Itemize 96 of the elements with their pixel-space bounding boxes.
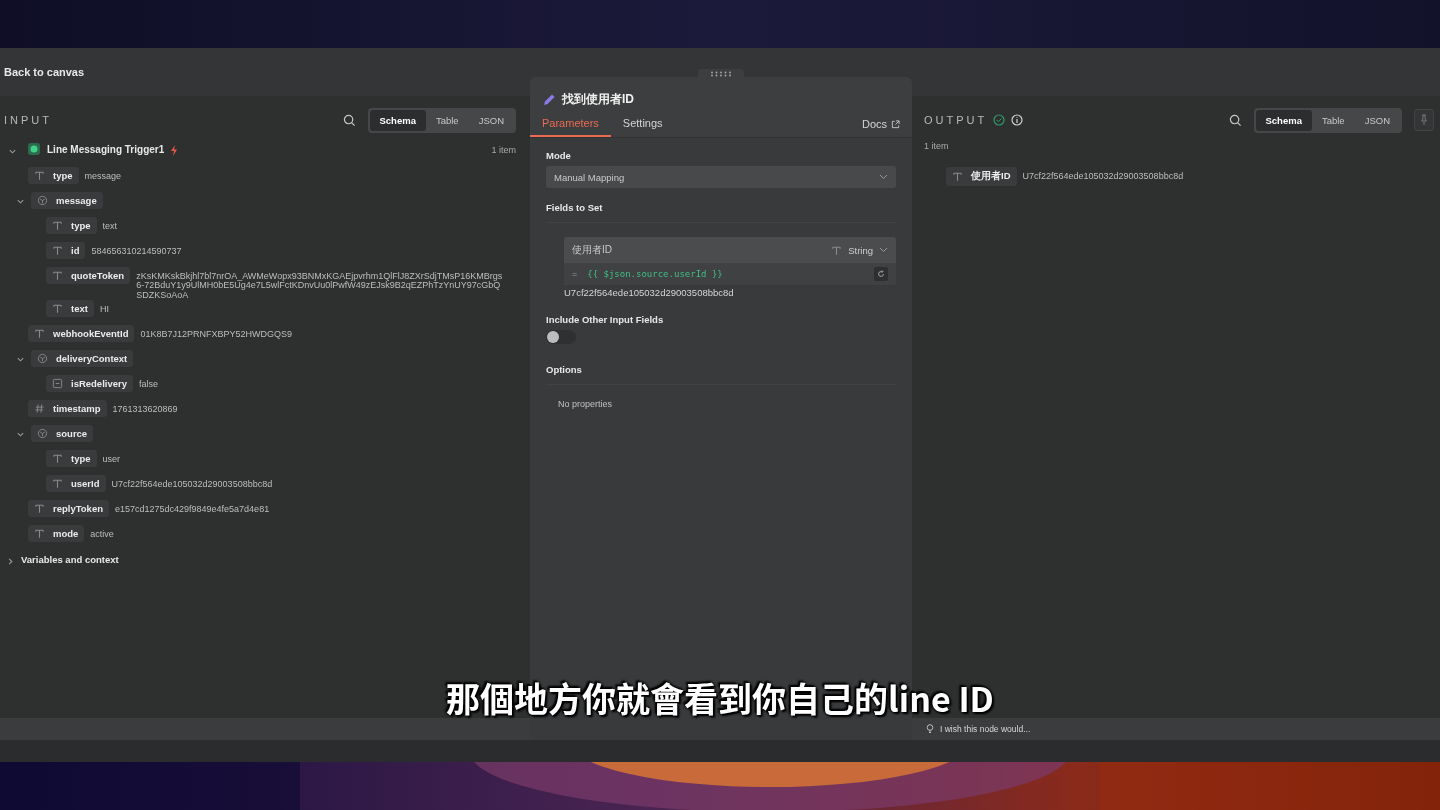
- panel-title: OUTPUT: [924, 114, 988, 126]
- refresh-icon: [877, 270, 885, 278]
- field-key[interactable]: text: [46, 300, 94, 318]
- subtitle: 那個地方你就會看到你自己的line ID: [446, 673, 994, 722]
- text-type-icon: [952, 171, 963, 182]
- field-key[interactable]: message: [31, 192, 103, 209]
- field-label: Include Other Input Fields: [546, 314, 665, 325]
- lightning-icon: [170, 145, 179, 156]
- field-key[interactable]: userId: [46, 475, 106, 493]
- text-type-icon: [34, 328, 45, 340]
- field-key[interactable]: isRedelivery: [46, 375, 133, 393]
- text-type-icon: [831, 244, 843, 256]
- field-value: message: [84, 172, 122, 182]
- expression-result: U7cf22f564ede105032d29003508bbc8d: [564, 287, 735, 298]
- view-tab[interactable]: JSON: [1354, 109, 1400, 131]
- node-title: 找到使用者ID: [562, 91, 634, 108]
- checkbox-type-icon: [52, 378, 63, 390]
- text-type-icon: [52, 220, 63, 231]
- chevron-icon[interactable]: [16, 355, 25, 365]
- chevron-icon[interactable]: [6, 557, 15, 567]
- field-value: U7cf22f564ede105032d29003508bbc8d: [1022, 172, 1184, 182]
- item-count: 1 item: [924, 141, 949, 151]
- chevron-icon[interactable]: [16, 197, 25, 206]
- pin-icon[interactable]: [1414, 109, 1434, 131]
- toggle-switch[interactable]: [546, 330, 576, 344]
- empty-message: No properties: [558, 399, 614, 409]
- text-type-icon: [52, 453, 63, 465]
- field-key[interactable]: type: [46, 450, 97, 468]
- equals-sign: =: [572, 269, 578, 279]
- reset-button[interactable]: [874, 267, 888, 281]
- field-value: 1761313620869: [112, 405, 178, 415]
- drag-handle-icon[interactable]: [710, 71, 732, 77]
- text-type-icon: [34, 170, 45, 181]
- field-value: text: [102, 222, 118, 232]
- type-select[interactable]: String: [831, 244, 888, 256]
- field-key[interactable]: source: [31, 425, 94, 443]
- field-key[interactable]: type: [46, 217, 97, 234]
- field-key[interactable]: mode: [28, 525, 85, 543]
- text-type-icon: [34, 528, 45, 540]
- field-value: U7cf22f564ede105032d29003508bbc8d: [111, 480, 273, 490]
- external-link-icon: [891, 119, 900, 129]
- field-value: HI: [99, 305, 109, 315]
- field-value: user: [102, 455, 121, 465]
- field-key[interactable]: webhookEventId: [28, 325, 135, 343]
- search-icon[interactable]: [1228, 113, 1242, 127]
- section-label[interactable]: Variables and context: [21, 554, 119, 566]
- lightbulb-icon: [926, 724, 934, 734]
- cube-icon: [37, 428, 48, 440]
- expression-input[interactable]: {{ $json.source.userId }}: [587, 269, 723, 279]
- view-tab[interactable]: JSON: [468, 109, 514, 131]
- field-value: active: [90, 530, 114, 540]
- field-value: 01K8B7J12PRNFXBPY52HWDGQS9: [140, 330, 293, 340]
- field-key[interactable]: replyToken: [28, 500, 109, 518]
- chevron-icon[interactable]: [8, 147, 17, 156]
- field-value: zKsKMKskBkjhl7bl7nrOA_AWMeWopx93BNMxKGAEjpvrhm1QlFlJ8ZXrSdjTMsP16KMBrgs6-72BduY1y9UlMH0bE5Ug4e7L5wlFctKDnvUu0lPwfW49zEJsk9B2qEZPhTzYnUY97cGbQSDZKSoAoA: [136, 272, 504, 301]
- info-icon[interactable]: [1011, 114, 1024, 126]
- chevron-icon[interactable]: [16, 430, 25, 440]
- field-value: 584656310214590737: [91, 247, 182, 257]
- mode-select[interactable]: Manual Mapping: [546, 166, 896, 188]
- field-key[interactable]: quoteToken: [46, 267, 131, 284]
- text-type-icon: [52, 270, 63, 281]
- search-icon[interactable]: [342, 113, 356, 127]
- field-key[interactable]: timestamp: [28, 400, 107, 418]
- view-tab[interactable]: Table: [425, 109, 469, 131]
- field-label: Options: [546, 364, 583, 375]
- caret-icon: [879, 247, 888, 253]
- hash-icon: [34, 403, 45, 415]
- docs-link[interactable]: Docs: [861, 118, 900, 137]
- view-tab[interactable]: Schema: [1255, 109, 1312, 131]
- panel-title: INPUT: [4, 114, 52, 126]
- field-label: Fields to Set: [546, 202, 604, 213]
- view-tab[interactable]: Table: [1311, 109, 1355, 131]
- node-icon: [27, 142, 41, 156]
- view-tab[interactable]: Schema: [369, 109, 426, 131]
- text-type-icon: [34, 503, 45, 515]
- back-link[interactable]: Back to canvas: [4, 66, 85, 78]
- caret-icon: [879, 174, 888, 180]
- pencil-icon: [542, 92, 556, 107]
- field-key[interactable]: id: [46, 242, 86, 259]
- field-name[interactable]: 使用者ID: [572, 243, 612, 257]
- feedback-link[interactable]: I wish this node would...: [940, 724, 1031, 734]
- node-name: Line Messaging Trigger1: [47, 144, 165, 155]
- check-circle-icon: [993, 114, 1006, 126]
- field-value: e157cd1275dc429f9849e4fe5a7d4e81: [115, 505, 270, 515]
- text-type-icon: [52, 478, 63, 490]
- text-type-icon: [52, 245, 63, 256]
- cube-icon: [37, 195, 48, 206]
- field-value: false: [139, 380, 158, 390]
- field-key[interactable]: type: [28, 167, 79, 184]
- panel-tab[interactable]: Settings: [610, 117, 675, 137]
- item-count: 1 item: [491, 145, 516, 155]
- field-key[interactable]: 使用者ID: [946, 167, 1017, 186]
- text-type-icon: [52, 303, 63, 315]
- field-key[interactable]: deliveryContext: [31, 350, 134, 368]
- field-label: Mode: [546, 150, 572, 161]
- cube-icon: [37, 353, 48, 365]
